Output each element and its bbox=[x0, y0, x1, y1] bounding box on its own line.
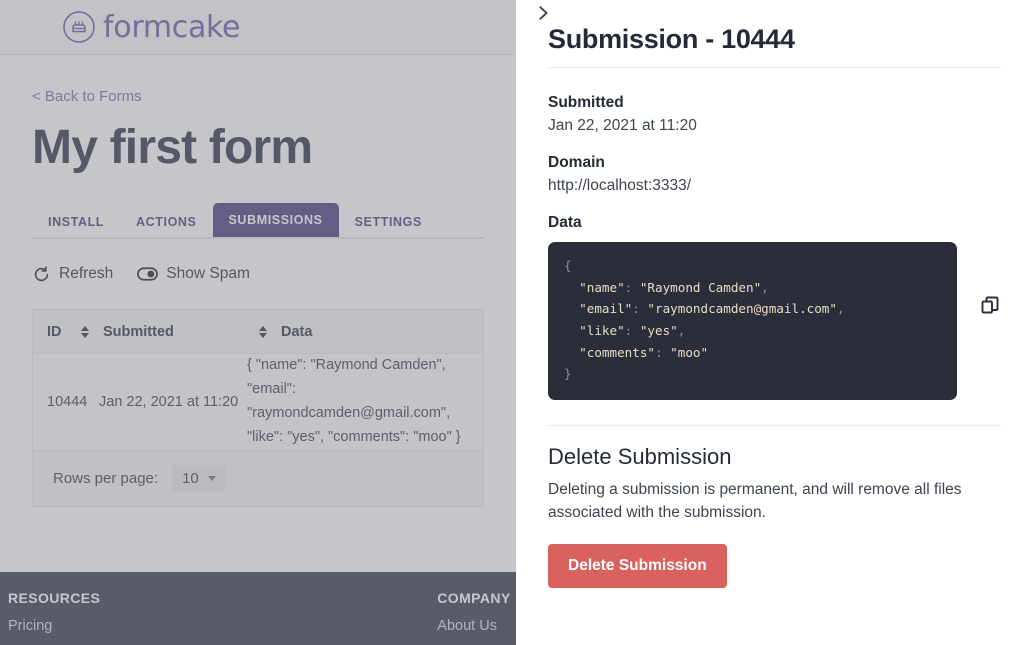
column-header-submitted[interactable]: Submitted bbox=[103, 324, 251, 340]
cell-submitted: Jan 22, 2021 at 11:20 bbox=[99, 393, 239, 410]
domain-field: Domain http://localhost:3333/ bbox=[548, 154, 1001, 195]
site-footer: RESOURCES Pricing COMPANY About Us bbox=[0, 572, 516, 645]
tab-submissions[interactable]: SUBMISSIONS bbox=[212, 202, 339, 237]
column-header-id[interactable]: ID bbox=[47, 324, 73, 340]
data-label: Data bbox=[548, 214, 582, 231]
column-header-data: Data bbox=[281, 323, 313, 340]
submitted-field: Submitted Jan 22, 2021 at 11:20 bbox=[548, 94, 1001, 135]
sort-icon-submitted[interactable] bbox=[259, 325, 267, 338]
data-field: Data { "name": "Raymond Camden", "email"… bbox=[548, 214, 1001, 400]
refresh-button[interactable]: Refresh bbox=[32, 265, 113, 284]
cell-data: { "name": "Raymond Camden", "email": "ra… bbox=[247, 357, 461, 445]
footer-title-company: COMPANY bbox=[437, 590, 511, 606]
submission-json-code: { "name": "Raymond Camden", "email": "ra… bbox=[548, 242, 957, 400]
tab-settings[interactable]: SETTINGS bbox=[339, 206, 438, 238]
background-app: formcake < Back to Forms My first form I… bbox=[0, 0, 516, 645]
footer-column-resources: RESOURCES Pricing bbox=[0, 590, 100, 645]
table-footer: Rows per page: 10 bbox=[33, 450, 483, 507]
footer-link-pricing[interactable]: Pricing bbox=[8, 618, 100, 634]
rows-per-page-label: Rows per page: bbox=[53, 469, 159, 487]
chevron-right-icon bbox=[534, 4, 552, 27]
page-title: My first form bbox=[32, 121, 313, 174]
footer-link-about-us[interactable]: About Us bbox=[437, 618, 510, 634]
submitted-label: Submitted bbox=[548, 94, 624, 111]
show-spam-toggle[interactable]: Show Spam bbox=[137, 265, 250, 283]
tab-actions[interactable]: ACTIONS bbox=[120, 206, 212, 238]
refresh-icon bbox=[32, 265, 51, 284]
submission-detail-drawer: Submission - 10444 Submitted Jan 22, 202… bbox=[516, 0, 1033, 645]
tab-bar: INSTALL ACTIONS SUBMISSIONS SETTINGS bbox=[32, 201, 484, 239]
rows-per-page-value: 10 bbox=[182, 469, 199, 487]
submissions-table: ID Submitted Data 10444 Jan 22, 2021 at … bbox=[32, 309, 484, 507]
drawer-title: Submission - 10444 bbox=[548, 24, 795, 54]
refresh-label: Refresh bbox=[59, 265, 114, 282]
domain-value: http://localhost:3333/ bbox=[548, 177, 692, 194]
sort-icon-id[interactable] bbox=[81, 325, 89, 338]
delete-section-title: Delete Submission bbox=[548, 443, 732, 469]
rows-per-page-select[interactable]: 10 bbox=[172, 464, 226, 492]
domain-label: Domain bbox=[548, 154, 605, 171]
drawer-title-divider bbox=[548, 67, 1001, 68]
table-header-row: ID Submitted Data bbox=[33, 310, 483, 354]
brand-name: formcake bbox=[103, 9, 241, 45]
page-content: < Back to Forms My first form INSTALL AC… bbox=[0, 55, 516, 507]
cell-id: 10444 bbox=[47, 393, 88, 410]
back-to-forms-link[interactable]: < Back to Forms bbox=[32, 88, 142, 105]
delete-section-description: Deleting a submission is permanent, and … bbox=[548, 480, 962, 522]
delete-section-divider bbox=[548, 424, 1001, 426]
table-row[interactable]: 10444 Jan 22, 2021 at 11:20 { "name": "R… bbox=[33, 354, 483, 451]
close-drawer-button[interactable] bbox=[530, 2, 556, 28]
footer-column-company: COMPANY About Us bbox=[100, 590, 510, 645]
brand-logo[interactable]: formcake bbox=[62, 10, 240, 45]
show-spam-label: Show Spam bbox=[166, 265, 250, 282]
submitted-value: Jan 22, 2021 at 11:20 bbox=[548, 117, 697, 134]
toggle-switch-icon bbox=[137, 267, 159, 281]
delete-submission-button[interactable]: Delete Submission bbox=[548, 544, 727, 589]
cake-circle-icon bbox=[62, 10, 96, 44]
footer-title-resources: RESOURCES bbox=[8, 590, 101, 606]
app-root: formcake < Back to Forms My first form I… bbox=[0, 0, 1033, 645]
copy-icon[interactable] bbox=[979, 294, 1001, 316]
tab-install[interactable]: INSTALL bbox=[32, 206, 120, 238]
chevron-down-icon bbox=[207, 475, 216, 481]
top-bar: formcake bbox=[0, 0, 516, 55]
table-toolbar: Refresh Show Spam bbox=[32, 261, 484, 287]
